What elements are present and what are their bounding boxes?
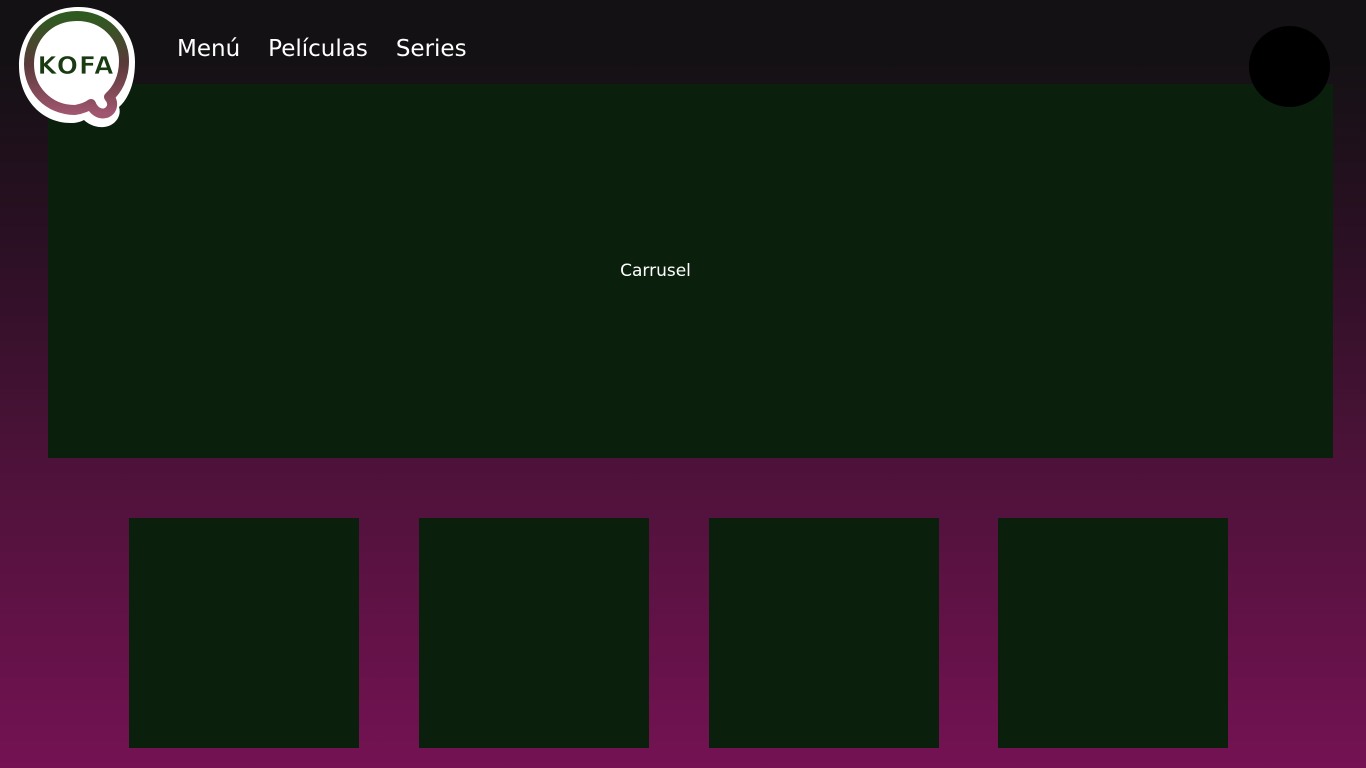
- carousel[interactable]: Carrusel: [48, 84, 1333, 458]
- content-tile-3[interactable]: [709, 518, 939, 748]
- nav-item-peliculas[interactable]: Películas: [268, 30, 368, 68]
- user-avatar[interactable]: [1249, 26, 1330, 107]
- carousel-label: Carrusel: [620, 261, 691, 281]
- kofa-logo-icon: KOFA: [19, 6, 135, 128]
- nav-item-series[interactable]: Series: [396, 30, 467, 68]
- content-tile-2[interactable]: [419, 518, 649, 748]
- site-header: KOFA Menú Películas Series: [0, 0, 1366, 128]
- content-tile-1[interactable]: [129, 518, 359, 748]
- kofa-logo[interactable]: KOFA: [18, 4, 136, 128]
- content-tile-4[interactable]: [998, 518, 1228, 748]
- logo-text: KOFA: [37, 51, 114, 80]
- nav-item-menu[interactable]: Menú: [177, 30, 240, 68]
- main-nav: Menú Películas Series: [177, 30, 467, 68]
